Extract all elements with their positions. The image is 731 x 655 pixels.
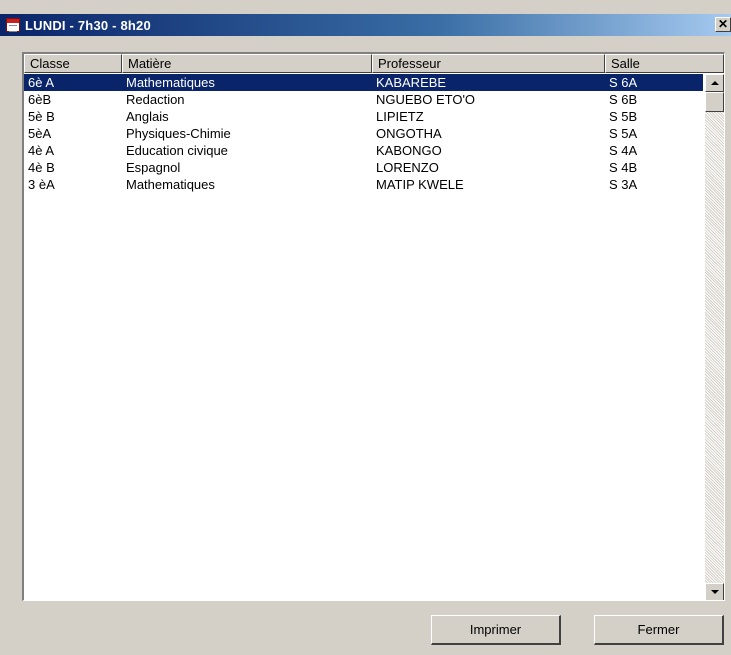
table-row[interactable]: 6è A Mathematiques KABAREBE S 6A — [24, 74, 703, 91]
table-cell: NGUEBO ETO'O — [376, 92, 476, 107]
table-cell: ONGOTHA — [376, 126, 442, 141]
close-icon: ✕ — [717, 17, 729, 31]
table-row[interactable]: 4è A Education civique KABONGO S 4A — [24, 142, 703, 159]
scroll-thumb[interactable] — [705, 92, 724, 112]
table-cell: Education civique — [126, 143, 228, 158]
column-header-professeur[interactable]: Professeur — [372, 54, 605, 73]
arrow-down-icon — [711, 590, 719, 594]
table-row[interactable]: 5è B Anglais LIPIETZ S 5B — [24, 108, 703, 125]
table-cell: KABAREBE — [376, 75, 447, 90]
column-header-salle[interactable]: Salle — [605, 54, 724, 73]
table-cell: Redaction — [126, 92, 185, 107]
calendar-icon — [6, 18, 20, 32]
close-window-button[interactable]: ✕ — [715, 17, 731, 32]
table-cell: 6èB — [28, 92, 52, 107]
table-cell: S 4A — [609, 143, 638, 158]
arrow-up-icon — [711, 81, 719, 85]
table-cell: S 4B — [609, 160, 638, 175]
column-header-row: Classe Matière Professeur Salle — [24, 54, 724, 73]
table-cell: 4è A — [28, 143, 55, 158]
table-row[interactable]: 4è B Espagnol LORENZO S 4B — [24, 159, 703, 176]
scroll-up-button[interactable] — [705, 74, 724, 92]
table-row[interactable]: 5èA Physiques-Chimie ONGOTHA S 5A — [24, 125, 703, 142]
table-cell: S 5B — [609, 109, 638, 124]
table-cell: Physiques-Chimie — [126, 126, 231, 141]
table-cell: LIPIETZ — [376, 109, 424, 124]
table-cell: Mathematiques — [126, 177, 215, 192]
table-cell: 6è A — [28, 75, 55, 90]
table-cell: Espagnol — [126, 160, 181, 175]
scroll-down-button[interactable] — [705, 583, 724, 600]
title-bar[interactable]: LUNDI - 7h30 - 8h20 ✕ — [0, 14, 731, 36]
table-cell: Anglais — [126, 109, 169, 124]
table-cell: S 6A — [609, 75, 638, 90]
table-row[interactable]: 6èB Redaction NGUEBO ETO'O S 6B — [24, 91, 703, 108]
print-button[interactable]: Imprimer — [431, 615, 561, 645]
window-title: LUNDI - 7h30 - 8h20 — [25, 17, 151, 33]
table-cell: 5èA — [28, 126, 52, 141]
table-cell: MATIP KWELE — [376, 177, 464, 192]
table-cell: 4è B — [28, 160, 55, 175]
close-button[interactable]: Fermer — [594, 615, 724, 645]
schedule-dialog: LUNDI - 7h30 - 8h20 ✕ Classe Matière Pro… — [0, 0, 731, 655]
table-cell: S 3A — [609, 177, 638, 192]
table-cell: LORENZO — [376, 160, 439, 175]
vertical-scrollbar[interactable] — [705, 74, 724, 600]
table-cell: Mathematiques — [126, 75, 215, 90]
table-cell: 3 èA — [28, 177, 55, 192]
column-header-classe[interactable]: Classe — [24, 54, 122, 73]
table-cell: KABONGO — [376, 143, 442, 158]
table-cell: S 5A — [609, 126, 638, 141]
table-body: 6è A Mathematiques KABAREBE S 6A 6èB Redactio… — [24, 74, 703, 193]
table-cell: S 6B — [609, 92, 638, 107]
column-header-matiere[interactable]: Matière — [122, 54, 372, 73]
table-cell: 5è B — [28, 109, 55, 124]
schedule-list[interactable]: Classe Matière Professeur Salle 6è A Math… — [22, 52, 725, 601]
table-row[interactable]: 3 èA Mathematiques MATIP KWELE S 3A — [24, 176, 703, 193]
